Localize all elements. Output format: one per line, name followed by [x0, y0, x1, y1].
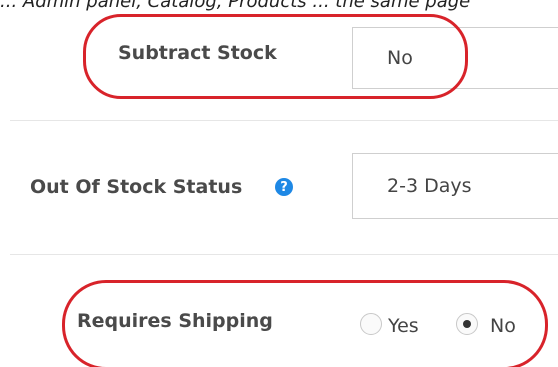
out-of-stock-status-label: Out Of Stock Status	[30, 176, 243, 198]
out-of-stock-status-select[interactable]: 2-3 Days	[352, 153, 558, 219]
divider	[10, 254, 558, 255]
cropped-top-caption: ... Admin panel, Catalog, Products ... t…	[0, 0, 471, 12]
question-circle-icon[interactable]: ?	[275, 178, 293, 196]
divider	[10, 120, 558, 121]
requires-shipping-highlight	[62, 280, 548, 367]
subtract-stock-highlight	[83, 14, 468, 99]
